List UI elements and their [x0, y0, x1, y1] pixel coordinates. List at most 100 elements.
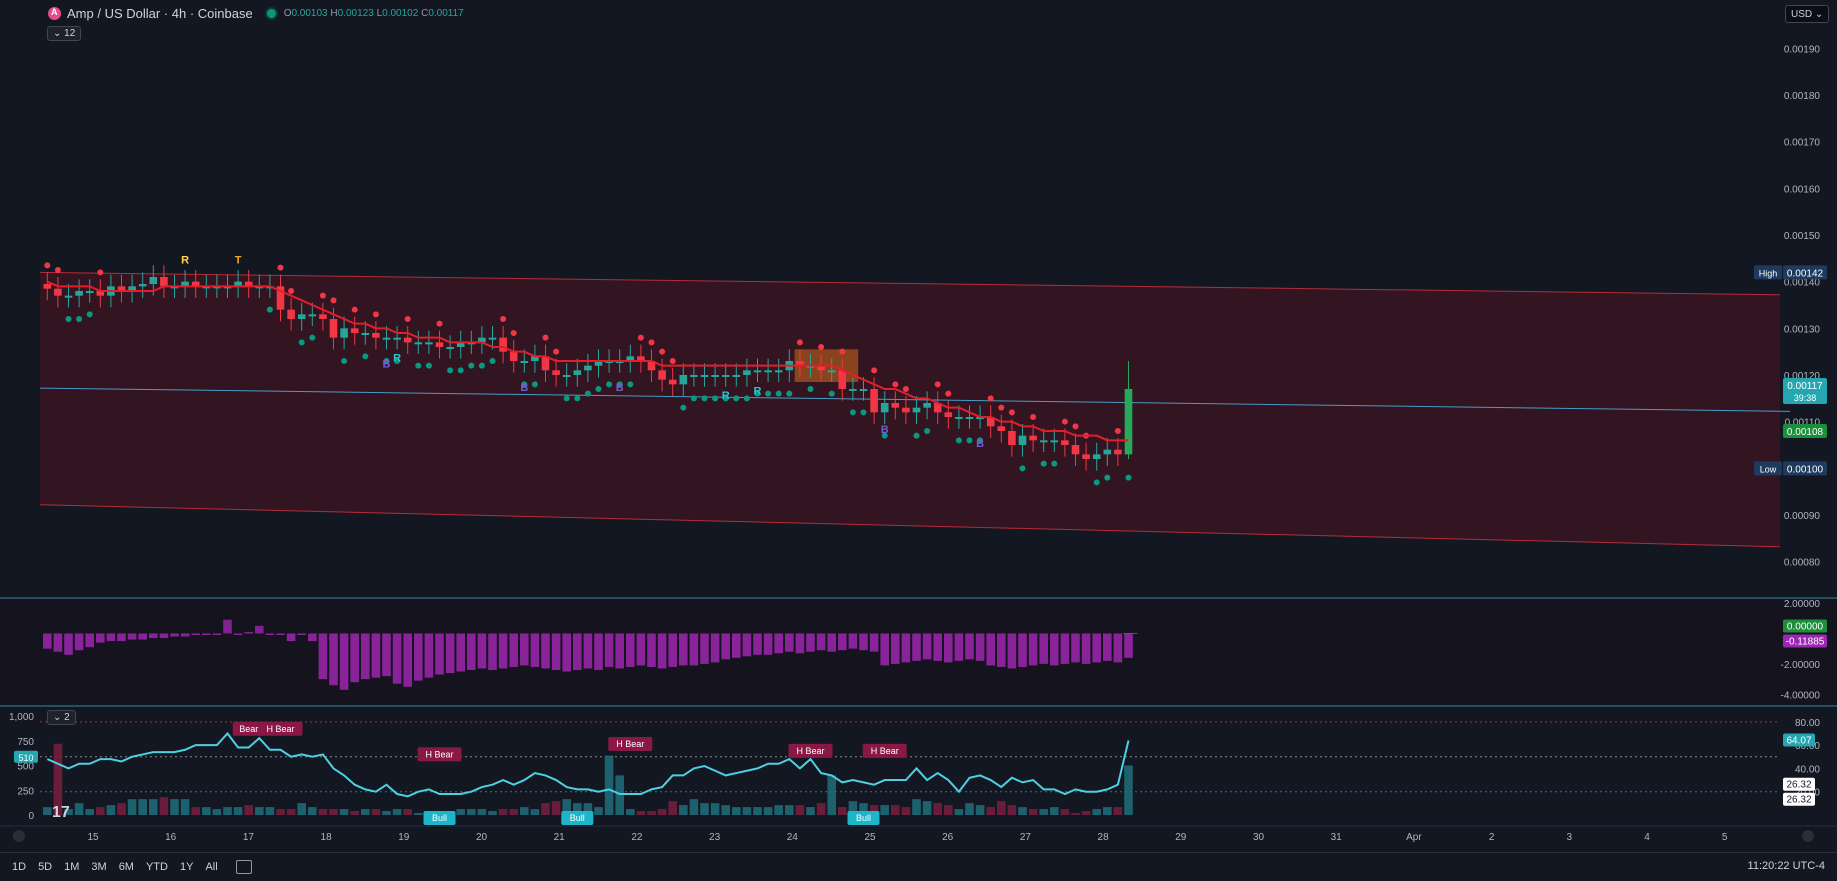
timeframe-button-1y[interactable]: 1Y — [180, 861, 193, 873]
volume-bar — [308, 807, 317, 815]
timeframe-button-1m[interactable]: 1M — [64, 861, 79, 873]
volume-bar — [785, 805, 794, 815]
svg-text:Low: Low — [1760, 464, 1777, 474]
volume-bar — [74, 803, 84, 815]
macd-bar — [467, 633, 476, 671]
trend-dot — [849, 409, 856, 416]
timeframe-button-3m[interactable]: 3M — [91, 861, 106, 873]
timeframe-button-ytd[interactable]: YTD — [146, 861, 168, 873]
volume-bar — [816, 803, 826, 815]
trend-dot — [341, 358, 348, 364]
candle-body — [1039, 440, 1048, 443]
time-tick-label: 15 — [87, 832, 99, 843]
volume-bar — [1092, 809, 1101, 815]
candle-body — [721, 375, 730, 377]
macd-bar — [149, 633, 158, 639]
trend-dot — [828, 390, 835, 397]
volume-bar — [986, 807, 995, 815]
symbol-title[interactable]: Amp / US Dollar · 4h · Coinbase — [67, 6, 253, 21]
volume-bar — [456, 809, 465, 815]
macd-bar — [806, 633, 815, 652]
volume-bar — [1060, 809, 1070, 815]
line-label: 510 — [18, 753, 33, 763]
macd-bar — [679, 633, 688, 666]
bottom-toolbar: 1D 5D 1M 3M 6M YTD 1Y All 11:20:22 UTC-4 — [0, 852, 1837, 881]
price-tick-label: 0.00090 — [1784, 511, 1821, 522]
time-tick-label: 3 — [1567, 832, 1573, 843]
macd-bar — [721, 633, 730, 660]
macd-bar — [244, 631, 253, 634]
clock[interactable]: 11:20:22 UTC-4 — [1748, 860, 1825, 872]
volume-bar — [657, 809, 667, 815]
volume-bar — [498, 809, 508, 815]
timeframe-button-1d[interactable]: 1D — [12, 861, 26, 873]
volume-bar — [138, 799, 147, 815]
candle-body — [1124, 389, 1133, 455]
candle-body — [997, 426, 1006, 431]
trend-dot — [659, 348, 666, 355]
currency-select[interactable]: USD ⌄ — [1785, 5, 1829, 23]
candle-body — [1092, 454, 1101, 459]
macd-bar — [689, 633, 699, 666]
candle-body — [1050, 440, 1059, 443]
candle-body — [774, 370, 783, 373]
volume-tick-label: 1,000 — [9, 712, 34, 723]
timeframe-button-5d[interactable]: 5D — [38, 861, 52, 873]
candle-body — [764, 370, 772, 373]
goto-date-icon[interactable] — [235, 860, 252, 874]
volume-bar — [244, 805, 253, 815]
macd-bar — [944, 633, 953, 663]
candle-body — [1071, 445, 1080, 455]
price-tick-label: 0.00160 — [1784, 184, 1821, 195]
tradingview-logo-icon[interactable]: 17 — [52, 804, 70, 822]
macd-bar — [912, 633, 921, 661]
volume-bar — [763, 807, 773, 815]
indicators-toggle-button[interactable]: ⌄ 12 — [47, 26, 82, 41]
signal-label-r: R — [181, 255, 189, 267]
trend-dot — [860, 409, 867, 416]
candle-body — [573, 370, 582, 375]
volume-bar — [626, 809, 635, 815]
volume-bar — [530, 809, 540, 815]
timeframe-button-all[interactable]: All — [205, 861, 217, 873]
trend-dot — [1125, 474, 1132, 481]
chart-canvas[interactable]: 0.00190 0.00180 0.00170 0.00160 0.00150 0.001… — [0, 0, 1837, 852]
candle-body — [700, 375, 709, 377]
amp-logo-icon — [48, 7, 61, 20]
trend-dot — [648, 339, 655, 346]
timeframe-button-6m[interactable]: 6M — [119, 861, 134, 873]
macd-bar — [127, 633, 137, 640]
macd-bar — [657, 633, 667, 669]
trend-dot — [436, 320, 443, 327]
divergence-label: H Bear — [266, 724, 294, 734]
macd-bar — [636, 633, 646, 666]
candle-body — [679, 375, 688, 385]
macd-bar — [1050, 633, 1059, 666]
market-status-icon[interactable] — [264, 7, 278, 20]
volume-bar — [223, 807, 232, 815]
volume-bar — [1039, 809, 1048, 815]
macd-bar — [74, 633, 84, 651]
candle-body — [149, 277, 158, 284]
macd-bar — [1018, 633, 1027, 667]
volume-tick-label: 0 — [28, 811, 34, 822]
trend-dot — [1040, 460, 1047, 467]
rsi-tick-label: 40.00 — [1795, 764, 1820, 775]
trend-dot — [44, 262, 51, 269]
candle-body — [85, 291, 94, 293]
trend-dot — [298, 339, 305, 346]
macd-bar — [329, 633, 338, 686]
trend-dot — [733, 395, 740, 402]
macd-bar — [424, 633, 434, 678]
macd-bar — [520, 633, 529, 666]
macd-bar — [774, 633, 783, 654]
signal-label-b: B — [881, 424, 889, 436]
volume-bar — [149, 799, 158, 815]
volume-bar — [1103, 807, 1112, 815]
pane-indicators-toggle-button[interactable]: ⌄ 2 — [47, 710, 76, 725]
time-tick-label: 20 — [476, 832, 488, 843]
trend-dot — [1051, 460, 1058, 467]
macd-bar — [583, 633, 593, 669]
macd-bar — [456, 633, 465, 672]
volume-bar — [1028, 809, 1038, 815]
